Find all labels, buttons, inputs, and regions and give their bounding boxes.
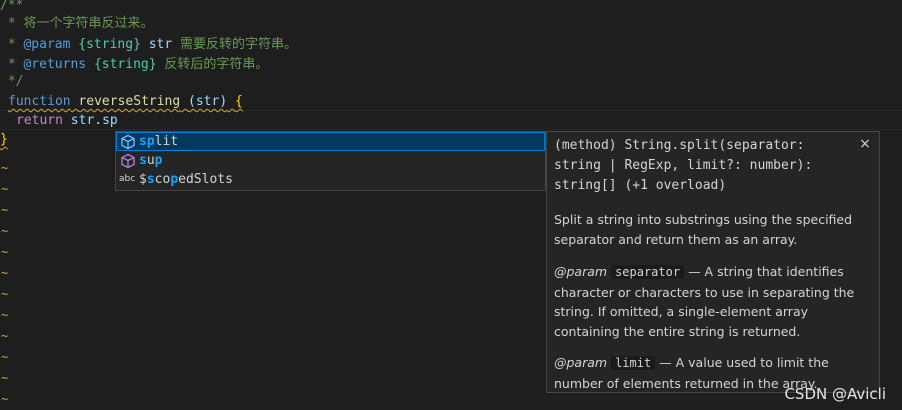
watermark: CSDN @Avicli [784, 385, 886, 403]
squiggle-marker: ~ [1, 266, 9, 280]
param-description: 需要反转的字符串。 [172, 37, 298, 52]
suggestion-list[interactable]: split sup abc $scopedSlots [115, 131, 546, 191]
doc-comment-returns-line: * @returns {string} 反转后的字符串。 [0, 55, 269, 75]
squiggle-marker: ~ [1, 287, 9, 301]
suggestion-details-panel[interactable]: (method) String.split(separator: string … [546, 131, 880, 393]
squiggle-marker: ~ [1, 371, 9, 385]
param-tag: @param [554, 264, 608, 279]
method-cube-icon [121, 153, 135, 169]
doc-comment-param-line: * @param {string} str 需要反转的字符串。 [0, 35, 297, 55]
squiggle-marker: ~ [1, 203, 9, 217]
method-description: Split a string into substrings using the… [554, 212, 853, 247]
suggestion-item-split[interactable]: split [116, 132, 545, 151]
return-expression: str.sp [70, 113, 118, 128]
param-separator-doc: @param separator — A string that identif… [554, 262, 876, 341]
function-declaration-line[interactable]: function reverseString (str) { [8, 92, 243, 112]
param-name: str [148, 37, 173, 52]
suggestion-item-scopedslots[interactable]: abc $scopedSlots [116, 170, 545, 189]
doc-star: * [0, 37, 24, 52]
returns-tag: @returns [23, 57, 87, 72]
current-line-highlight [0, 110, 902, 130]
param-name-code: limit [611, 356, 656, 370]
squiggle-marker: ~ [1, 245, 9, 259]
return-line[interactable]: return str.sp [16, 111, 118, 131]
squiggle-marker: ~ [1, 329, 9, 343]
param-type: {string} [78, 37, 141, 52]
param-tag: @param [23, 37, 71, 52]
close-brace: } [0, 132, 8, 147]
param-name-code: separator [611, 265, 685, 279]
abc-text-icon: abc [119, 174, 136, 184]
suggestion-label: sup [139, 153, 163, 168]
squiggle-marker: ~ [1, 161, 9, 175]
doc-comment-summary: * 将一个字符串反过来。 [0, 16, 154, 31]
doc-star: * [0, 57, 24, 72]
open-brace: { [235, 94, 243, 109]
param-tag: @param [554, 355, 608, 370]
function-name[interactable]: reverseString [78, 94, 180, 109]
squiggle-marker: ~ [1, 392, 9, 406]
function-keyword: function [8, 94, 71, 109]
squiggle-marker: ~ [1, 350, 9, 364]
doc-comment-close: */ [0, 74, 24, 89]
squiggle-marker: ~ [1, 224, 9, 238]
method-cube-icon [121, 134, 135, 150]
suggestion-label: split [139, 134, 179, 149]
squiggle-marker: ~ [1, 308, 9, 322]
close-brace-line: } [0, 130, 8, 150]
squiggle-marker: ~ [1, 182, 9, 196]
close-icon[interactable]: × [858, 136, 872, 152]
returns-type: {string} [93, 57, 157, 72]
return-keyword: return [16, 113, 63, 128]
returns-description: 反转后的字符串。 [156, 57, 269, 72]
function-params: (str) [188, 94, 228, 109]
suggestion-item-sup[interactable]: sup [116, 151, 545, 170]
method-signature: (method) String.split(separator: string … [554, 138, 821, 193]
suggestion-label: $scopedSlots [139, 172, 233, 187]
